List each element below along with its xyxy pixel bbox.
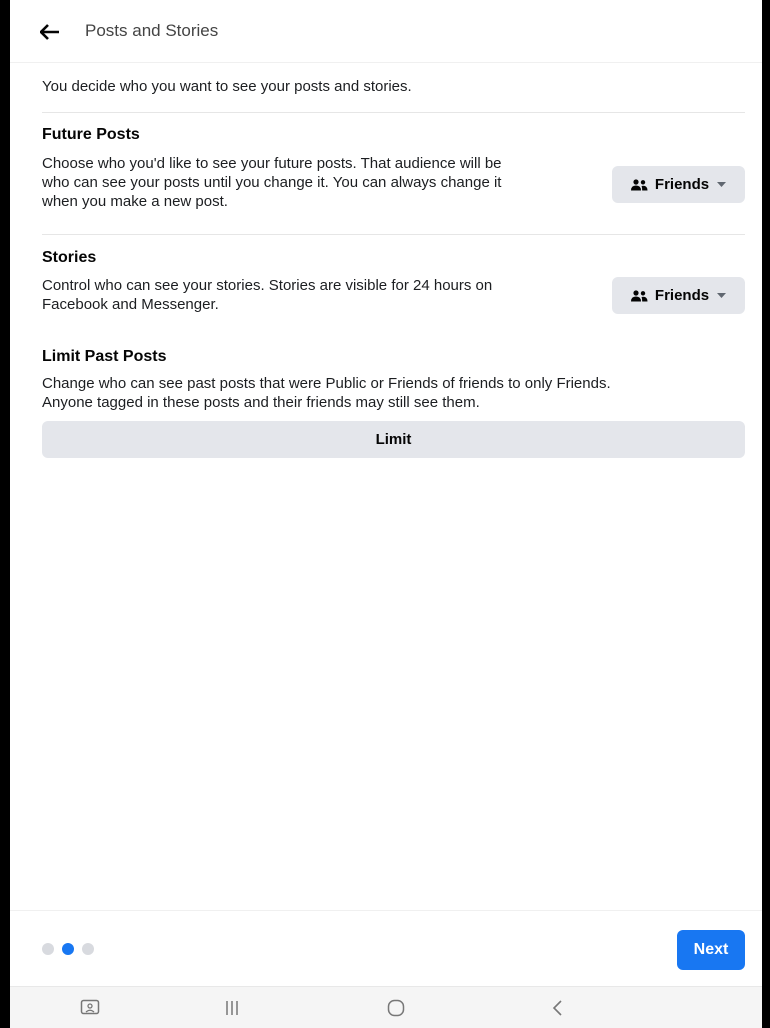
divider (42, 234, 745, 235)
screenshot-icon (80, 999, 100, 1015)
stories-audience-button[interactable]: Friends (612, 277, 745, 314)
audience-label: Friends (654, 287, 710, 304)
step-indicator (42, 943, 94, 955)
description-line: Choose who you'd like to see your future… (42, 155, 502, 172)
friends-icon (630, 289, 648, 301)
back-chevron-icon (552, 1000, 562, 1016)
home-icon (387, 999, 405, 1017)
description-line: Control who can see your stories. Storie… (42, 277, 493, 294)
limit-past-posts-description: Change who can see past posts that were … (42, 374, 611, 412)
app-screen: Posts and Stories You decide who you wan… (10, 0, 762, 1028)
next-button[interactable]: Next (677, 930, 745, 970)
system-back-button[interactable] (546, 996, 570, 1020)
limit-button[interactable]: Limit (42, 421, 745, 458)
system-navigation-bar (10, 986, 762, 1028)
future-posts-title: Future Posts (42, 126, 140, 143)
future-posts-description: Choose who you'd like to see your future… (42, 154, 502, 211)
step-dot-3 (82, 943, 94, 955)
description-line: Facebook and Messenger. (42, 296, 219, 313)
stories-title: Stories (42, 249, 97, 266)
screenshot-button[interactable] (78, 996, 102, 1020)
step-dot-1 (42, 943, 54, 955)
footer-divider (10, 910, 762, 911)
back-button[interactable] (40, 18, 70, 46)
caret-down-icon (717, 293, 727, 298)
limit-past-posts-title: Limit Past Posts (42, 348, 167, 365)
stories-description: Control who can see your stories. Storie… (42, 276, 492, 314)
header: Posts and Stories (10, 0, 762, 63)
divider (42, 112, 745, 113)
recent-apps-icon (226, 1001, 238, 1015)
audience-label: Friends (654, 176, 710, 193)
friends-icon (630, 178, 648, 190)
home-button[interactable] (384, 996, 408, 1020)
recent-apps-button[interactable] (220, 996, 244, 1020)
future-posts-audience-button[interactable]: Friends (612, 166, 745, 203)
caret-down-icon (717, 182, 727, 187)
back-arrow-icon (40, 24, 59, 40)
step-dot-2-active (62, 943, 74, 955)
page-title: Posts and Stories (85, 21, 219, 40)
description-line: when you make a new post. (42, 193, 228, 210)
description-line: Change who can see past posts that were … (42, 375, 611, 392)
description-line: who can see your posts until you change … (42, 174, 502, 191)
description-line: Anyone tagged in these posts and their f… (42, 394, 480, 411)
intro-text: You decide who you want to see your post… (42, 78, 412, 95)
